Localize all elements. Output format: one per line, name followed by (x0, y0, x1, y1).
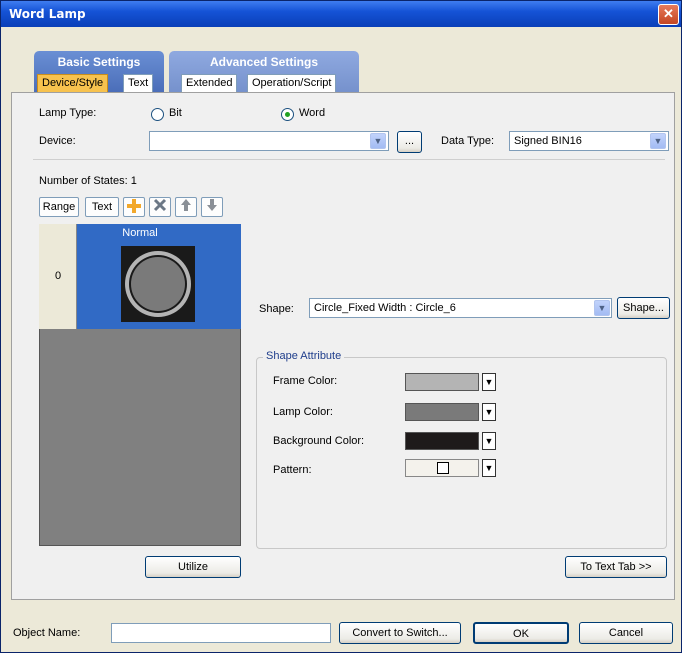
object-name-input[interactable] (111, 623, 331, 643)
lamp-color-swatch[interactable] (405, 403, 479, 421)
delete-icon[interactable] (149, 197, 171, 217)
radio-word[interactable] (281, 108, 294, 121)
tab-group-basic-title: Basic Settings (57, 55, 141, 69)
device-input[interactable] (149, 131, 389, 151)
shape-button[interactable]: Shape... (617, 297, 670, 319)
shape-attribute-title: Shape Attribute (263, 350, 345, 362)
window-title: Word Lamp (9, 7, 86, 21)
cancel-button[interactable]: Cancel (579, 622, 673, 644)
data-type-label: Data Type: (441, 135, 494, 147)
device-browse-button[interactable]: ... (397, 131, 422, 153)
close-icon[interactable]: ✕ (658, 4, 679, 25)
background-color-label: Background Color: (273, 435, 365, 447)
background-color-dropdown-icon[interactable]: ▼ (482, 432, 496, 450)
tab-text[interactable]: Text (123, 74, 154, 92)
pattern-preview-icon (437, 462, 449, 474)
tab-group-advanced-title: Advanced Settings (209, 55, 319, 69)
lamp-preview (121, 246, 195, 322)
pattern-swatch[interactable] (405, 459, 479, 477)
arrow-down-icon[interactable] (201, 197, 223, 217)
tab-operation-script[interactable]: Operation/Script (247, 74, 337, 92)
state-index: 0 (55, 270, 62, 282)
word-lamp-dialog: Word Lamp ✕ Basic Settings Advanced Sett… (0, 0, 682, 653)
lamp-color-dropdown-icon[interactable]: ▼ (482, 403, 496, 421)
shape-select[interactable]: Circle_Fixed Width : Circle_6 (309, 298, 612, 318)
data-type-select[interactable]: Signed BIN16 (509, 131, 669, 151)
radio-bit[interactable] (151, 108, 164, 121)
text-button[interactable]: Text (85, 197, 119, 217)
arrow-up-icon[interactable] (175, 197, 197, 217)
state-index-cell: 0 (39, 224, 77, 329)
add-icon[interactable] (123, 197, 145, 217)
to-text-tab-button[interactable]: To Text Tab >> (565, 556, 667, 578)
pattern-dropdown-icon[interactable]: ▼ (482, 459, 496, 477)
convert-to-switch-button[interactable]: Convert to Switch... (339, 622, 461, 644)
divider (33, 159, 665, 160)
lamp-type-label: Lamp Type: (39, 107, 97, 119)
shape-label: Shape: (259, 303, 294, 315)
frame-color-dropdown-icon[interactable]: ▼ (482, 373, 496, 391)
lamp-color-label: Lamp Color: (273, 406, 333, 418)
range-button[interactable]: Range (39, 197, 79, 217)
title-bar: Word Lamp ✕ (1, 1, 681, 27)
shape-dropdown-icon[interactable]: ▼ (594, 300, 610, 316)
utilize-button[interactable]: Utilize (145, 556, 241, 578)
radio-bit-label: Bit (169, 107, 182, 119)
frame-color-swatch[interactable] (405, 373, 479, 391)
device-dropdown-icon[interactable]: ▼ (370, 133, 386, 149)
object-name-label: Object Name: (13, 627, 81, 639)
tab-device-style[interactable]: Device/Style (37, 74, 109, 92)
device-label: Device: (39, 135, 76, 147)
data-type-dropdown-icon[interactable]: ▼ (650, 133, 666, 149)
ok-button[interactable]: OK (473, 622, 569, 644)
background-color-swatch[interactable] (405, 432, 479, 450)
radio-word-label: Word (299, 107, 326, 119)
pattern-label: Pattern: (273, 464, 312, 476)
number-of-states-label: Number of States: 1 (39, 175, 137, 187)
frame-color-label: Frame Color: (273, 375, 338, 387)
tab-extended[interactable]: Extended (181, 74, 238, 92)
